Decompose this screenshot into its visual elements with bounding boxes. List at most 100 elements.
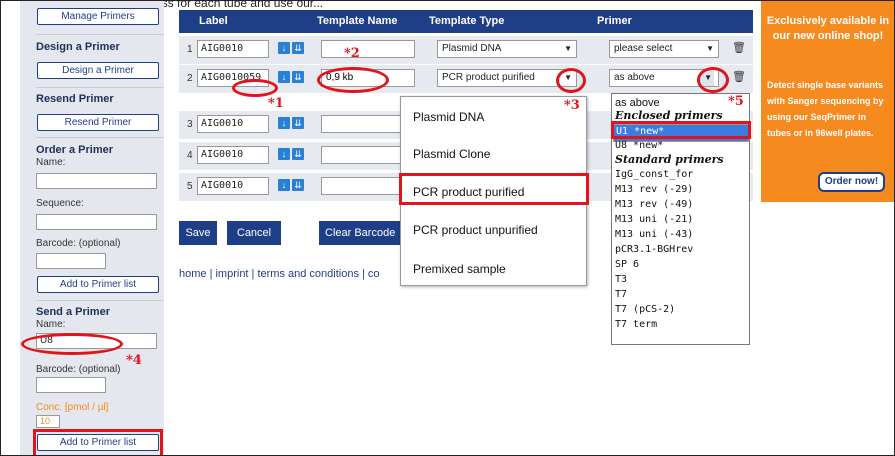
fill-down-icon[interactable]: ⇊ <box>292 148 304 160</box>
row-number: 4 <box>187 150 193 161</box>
send-barcode-input[interactable] <box>36 377 106 393</box>
sidebar-divider <box>36 137 164 138</box>
dropdown-option[interactable]: Plasmid Clone <box>413 147 490 161</box>
row-number: 3 <box>187 119 193 130</box>
primer-option[interactable]: pCR3.1-BGHrev <box>615 243 693 257</box>
annotation-box <box>33 429 163 455</box>
annotation-ring <box>21 333 123 355</box>
table-row: 1 AIG0010 ↓ ⇊ Plasmid DNA ▼ please select… <box>179 36 753 64</box>
sidebar: Manage Primers Design a Primer Design a … <box>20 1 164 455</box>
primer-value: please select <box>614 43 673 54</box>
copy-down-icon[interactable]: ↓ <box>278 179 290 191</box>
primer-option[interactable]: T3 <box>615 273 627 287</box>
copy-down-icon[interactable]: ↓ <box>278 148 290 160</box>
cancel-button[interactable]: Cancel <box>227 221 281 245</box>
order-primer-heading: Order a Primer <box>36 144 114 156</box>
primer-option[interactable]: M13 uni (-43) <box>615 228 693 242</box>
dropdown-option[interactable]: Premixed sample <box>413 262 506 276</box>
promo-headline: Exclusively available in our new online … <box>766 15 890 42</box>
send-primer-heading: Send a Primer <box>36 306 110 318</box>
order-now-button[interactable]: Order now! <box>818 172 885 192</box>
order-sequence-input[interactable] <box>36 214 157 230</box>
annotation-box <box>611 121 751 139</box>
order-name-input[interactable] <box>36 173 157 189</box>
fill-down-icon[interactable]: ⇊ <box>292 42 304 54</box>
primer-option[interactable]: as above <box>615 96 660 110</box>
primer-value: as above <box>614 72 655 83</box>
manage-primers-button[interactable]: Manage Primers <box>37 8 159 25</box>
primer-option[interactable]: U8 *new* <box>615 139 663 153</box>
row-number: 2 <box>187 73 193 84</box>
primer-option[interactable]: M13 rev (-29) <box>615 183 693 197</box>
column-label: Label <box>199 15 228 27</box>
send-conc-label: Conc. [pmol / µl] <box>36 402 109 413</box>
footer-links[interactable]: home | imprint | terms and conditions | … <box>179 268 380 280</box>
order-barcode-input[interactable] <box>36 253 106 269</box>
annotation-box <box>399 173 589 205</box>
template-type-value: Plasmid DNA <box>442 43 502 54</box>
column-template-type: Template Type <box>429 15 505 27</box>
order-barcode-label: Barcode: (optional) <box>36 238 121 249</box>
template-name-input[interactable] <box>321 40 415 58</box>
row-number: 5 <box>187 181 193 192</box>
template-type-value: PCR product purified <box>442 72 535 83</box>
annotation-label: *1 <box>268 96 284 111</box>
promo-banner: Exclusively available in our new online … <box>761 1 894 202</box>
primer-option[interactable]: M13 rev (-49) <box>615 198 693 212</box>
annotation-label: *3 <box>564 98 580 113</box>
row-number: 1 <box>187 44 193 55</box>
primer-select[interactable]: please select ▼ <box>609 40 719 58</box>
template-type-select[interactable]: Plasmid DNA ▼ <box>437 40 577 58</box>
order-table-header: Label Template Name Template Type Primer <box>179 10 753 33</box>
fill-down-icon[interactable]: ⇊ <box>292 179 304 191</box>
trash-icon[interactable]: 🗑 <box>732 41 746 55</box>
row-label-input[interactable]: AIG0010 <box>197 115 269 133</box>
order-sequence-label: Sequence: <box>36 198 84 209</box>
screenshot-frame: address for each tube and use our... Man… <box>0 0 895 456</box>
sidebar-divider <box>36 87 164 88</box>
order-name-label: Name: <box>36 157 66 168</box>
primer-option[interactable]: T7 <box>615 288 627 302</box>
send-conc-input[interactable]: 10 <box>36 415 60 428</box>
annotation-ring <box>317 67 389 93</box>
resend-primer-button[interactable]: Resend Primer <box>37 114 159 131</box>
row-label-input[interactable]: AIG0010 <box>197 40 269 58</box>
chevron-down-icon: ▼ <box>564 44 572 53</box>
primer-option[interactable]: SP 6 <box>615 258 639 272</box>
send-name-label: Name: <box>36 319 66 330</box>
annotation-label: *2 <box>344 46 360 61</box>
fill-down-icon[interactable]: ⇊ <box>292 71 304 83</box>
trash-icon[interactable]: 🗑 <box>732 70 746 84</box>
dropdown-option[interactable]: PCR product unpurified <box>413 223 538 237</box>
save-button[interactable]: Save <box>179 221 217 245</box>
primer-option[interactable]: IgG_const_for <box>615 168 693 182</box>
sidebar-divider <box>36 34 164 35</box>
row-label-input[interactable]: AIG0010 <box>197 146 269 164</box>
send-barcode-label: Barcode: (optional) <box>36 364 121 375</box>
primer-option[interactable]: T7 (pCS-2) <box>615 303 675 317</box>
copy-down-icon[interactable]: ↓ <box>278 117 290 129</box>
promo-body: Detect single base variants with Sanger … <box>767 80 884 138</box>
primer-option[interactable]: T7 term <box>615 318 657 332</box>
order-add-to-primer-list-button[interactable]: Add to Primer list <box>37 276 159 293</box>
sidebar-divider <box>36 300 164 301</box>
design-primer-heading: Design a Primer <box>36 41 120 53</box>
resend-primer-heading: Resend Primer <box>36 93 114 105</box>
annotation-ring <box>232 79 278 97</box>
copy-down-icon[interactable]: ↓ <box>278 42 290 54</box>
annotation-label: *5 <box>728 94 744 109</box>
annotation-ring <box>556 68 586 93</box>
annotation-label: *4 <box>126 353 142 368</box>
copy-down-icon[interactable]: ↓ <box>278 71 290 83</box>
column-template-name: Template Name <box>317 15 398 27</box>
column-primer: Primer <box>597 15 632 27</box>
dropdown-option[interactable]: Plasmid DNA <box>413 110 484 124</box>
primer-option[interactable]: M13 uni (-21) <box>615 213 693 227</box>
annotation-ring <box>697 67 729 93</box>
clear-barcode-button[interactable]: Clear Barcode <box>319 221 404 245</box>
design-primer-button[interactable]: Design a Primer <box>37 62 159 79</box>
row-label-input[interactable]: AIG0010 <box>197 177 269 195</box>
chevron-down-icon: ▼ <box>706 44 714 53</box>
primer-group-heading: Standard primers <box>615 153 724 166</box>
fill-down-icon[interactable]: ⇊ <box>292 117 304 129</box>
